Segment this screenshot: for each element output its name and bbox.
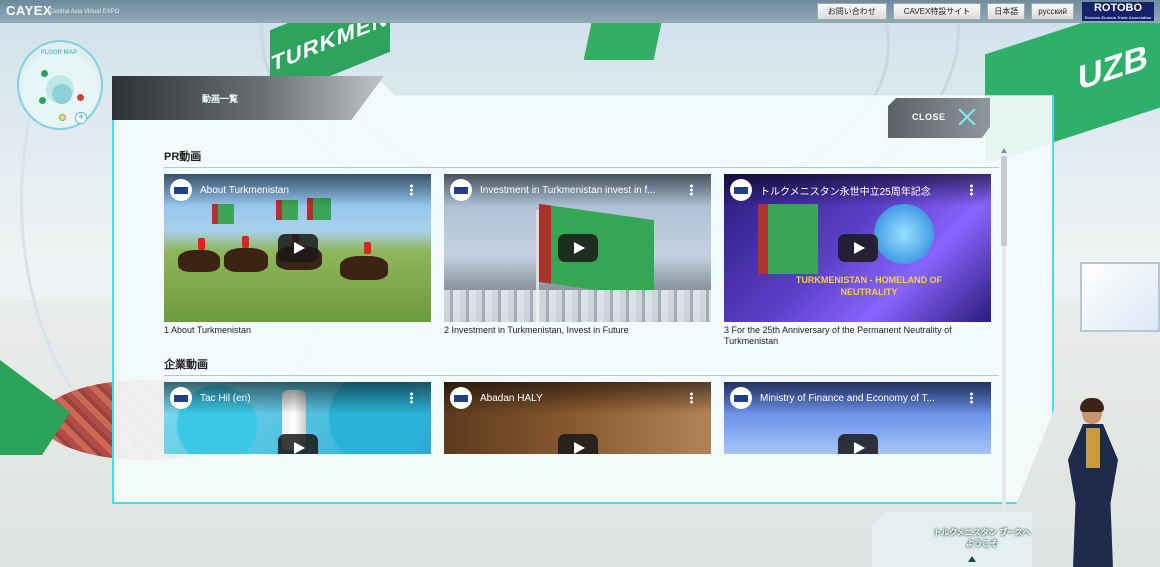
video-card: Tac Hil (en) — [164, 382, 431, 454]
video-thumbnail[interactable]: Abadan HALY — [444, 382, 711, 454]
video-card: Abadan HALY — [444, 382, 711, 454]
modal-scrollbar[interactable] — [1000, 148, 1008, 538]
video-title: Abadan HALY — [480, 392, 543, 404]
thumbnail-title-bar: Investment in Turkmenistan invest in f..… — [444, 174, 711, 206]
video-title: Investment in Turkmenistan invest in f..… — [480, 184, 656, 196]
video-caption: 1 About Turkmenistan — [164, 325, 252, 335]
guide-welcome-text: トルクメニスタン ブースへようこそ — [933, 528, 1031, 548]
floor-map[interactable]: FLOOR MAP + — [17, 40, 103, 130]
more-options-icon[interactable] — [410, 392, 413, 404]
thumbnail-title-bar: About Turkmenistan — [164, 174, 431, 206]
more-options-icon[interactable] — [970, 184, 973, 196]
section-heading-company: 企業動画 — [164, 356, 999, 376]
close-button[interactable]: CLOSE — [888, 98, 990, 138]
play-icon[interactable] — [277, 434, 318, 454]
video-thumbnail[interactable]: Tac Hil (en) — [164, 382, 431, 454]
channel-avatar[interactable] — [170, 387, 192, 409]
top-bar: CAYEX Central Asia Virtual EXPO お問い合わせ C… — [0, 0, 1160, 23]
horse-graphic — [178, 250, 220, 272]
channel-avatar[interactable] — [450, 179, 472, 201]
modal-title-bar: 動画一覧 — [112, 76, 384, 120]
guide-hair — [1080, 398, 1104, 412]
video-title: Ministry of Finance and Economy of T... — [760, 392, 935, 404]
thumbnail-title-bar: Tac Hil (en) — [164, 382, 431, 414]
caret-up-icon[interactable] — [968, 556, 976, 562]
zoom-in-icon[interactable]: + — [75, 112, 87, 124]
floor-map-label: FLOOR MAP — [41, 50, 77, 56]
channel-avatar[interactable] — [450, 387, 472, 409]
video-card: Ministry of Finance and Economy of T... — [724, 382, 991, 454]
floor-map-center — [52, 84, 72, 104]
video-thumbnail[interactable]: About Turkmenistan — [164, 174, 431, 322]
video-thumbnail[interactable]: Ministry of Finance and Economy of T... — [724, 382, 991, 454]
more-options-icon[interactable] — [690, 184, 693, 196]
rider-graphic — [242, 236, 249, 248]
thumbnail-title-bar: Ministry of Finance and Economy of T... — [724, 382, 991, 414]
section-heading-pr: PR動画 — [164, 148, 999, 168]
close-label: CLOSE — [912, 112, 946, 122]
video-card: TURKMENISTAN - HOMELAND OF NEUTRALITY トル… — [724, 174, 991, 347]
play-icon[interactable] — [837, 434, 878, 454]
video-caption: 3 For the 25th Anniversary of the Perman… — [724, 325, 952, 346]
channel-avatar[interactable] — [170, 179, 192, 201]
rotobo-logo[interactable]: ROTOBO Russian-Eurasia Trade Association — [1082, 2, 1154, 21]
video-list-modal: 動画一覧 CLOSE PR動画 About Turkmenistan 1 Abo… — [112, 76, 1054, 538]
horse-graphic — [340, 256, 388, 280]
more-options-icon[interactable] — [410, 184, 413, 196]
guide-avatar[interactable] — [1058, 398, 1128, 567]
video-title: トルクメニスタン永世中立25周年記念 — [760, 186, 931, 198]
modal-title: 動画一覧 — [202, 94, 239, 104]
play-icon[interactable] — [837, 234, 878, 262]
channel-avatar[interactable] — [730, 387, 752, 409]
video-thumbnail[interactable]: TURKMENISTAN - HOMELAND OF NEUTRALITY トル… — [724, 174, 991, 322]
horse-graphic — [224, 248, 268, 272]
logo-subtitle: Central Asia Virtual EXPO — [50, 9, 120, 15]
thumbnail-title-bar: トルクメニスタン永世中立25周年記念 — [724, 174, 991, 206]
channel-avatar[interactable] — [730, 179, 752, 201]
guide-panel[interactable]: トルクメニスタン ブースへようこそ — [872, 512, 1032, 567]
special-site-link[interactable]: CAVEX特設サイト — [892, 3, 982, 20]
video-row-pr: About Turkmenistan 1 About Turkmenistan … — [164, 174, 1009, 347]
video-card: Investment in Turkmenistan invest in f..… — [444, 174, 711, 347]
video-row-company: Tac Hil (en) Abadan HALY Ministry of Fin… — [164, 382, 1009, 454]
guide-dress-trim — [1086, 428, 1100, 468]
floor-map-marker[interactable] — [39, 97, 46, 104]
rider-graphic — [364, 242, 371, 254]
floor-map-marker[interactable] — [77, 94, 84, 101]
thumbnail-title-bar: Abadan HALY — [444, 382, 711, 414]
video-card: About Turkmenistan 1 About Turkmenistan — [164, 174, 431, 347]
lang-russian[interactable]: русский — [1031, 3, 1074, 20]
play-icon[interactable] — [277, 234, 318, 262]
video-banner-text: TURKMENISTAN - HOMELAND OF NEUTRALITY — [795, 275, 943, 297]
scroll-up-icon[interactable] — [1001, 148, 1007, 153]
video-title: Tac Hil (en) — [200, 392, 251, 404]
video-thumbnail[interactable]: Investment in Turkmenistan invest in f..… — [444, 174, 711, 322]
video-title: About Turkmenistan — [200, 184, 289, 196]
more-options-icon[interactable] — [690, 392, 693, 404]
rotobo-logo-text: ROTOBO — [1093, 2, 1143, 14]
video-caption: 2 Investment in Turkmenistan, Invest in … — [444, 325, 629, 335]
top-links: お問い合わせ CAVEX特設サイト 日本語 русский — [816, 3, 1074, 20]
cavex-logo[interactable]: CAYEX — [6, 3, 52, 18]
contact-link[interactable]: お問い合わせ — [816, 3, 887, 20]
emblem-graphic — [874, 204, 934, 264]
modal-content: PR動画 About Turkmenistan 1 About Turkmeni… — [164, 148, 1009, 538]
uzbekistan-booth-screen[interactable] — [1080, 262, 1160, 332]
scroll-thumb[interactable] — [1001, 156, 1007, 246]
close-icon — [958, 108, 976, 126]
city-graphic — [444, 290, 711, 322]
rider-graphic — [198, 238, 205, 250]
flag-graphic — [212, 204, 234, 224]
more-options-icon[interactable] — [970, 392, 973, 404]
flag-graphic — [758, 204, 818, 274]
lang-japanese[interactable]: 日本語 — [987, 3, 1026, 20]
rotobo-logo-sub: Russian-Eurasia Trade Association — [1084, 15, 1152, 20]
play-icon[interactable] — [557, 434, 598, 454]
play-icon[interactable] — [557, 234, 598, 262]
floor-map-marker[interactable] — [59, 114, 66, 121]
floor-map-marker[interactable] — [41, 70, 48, 77]
